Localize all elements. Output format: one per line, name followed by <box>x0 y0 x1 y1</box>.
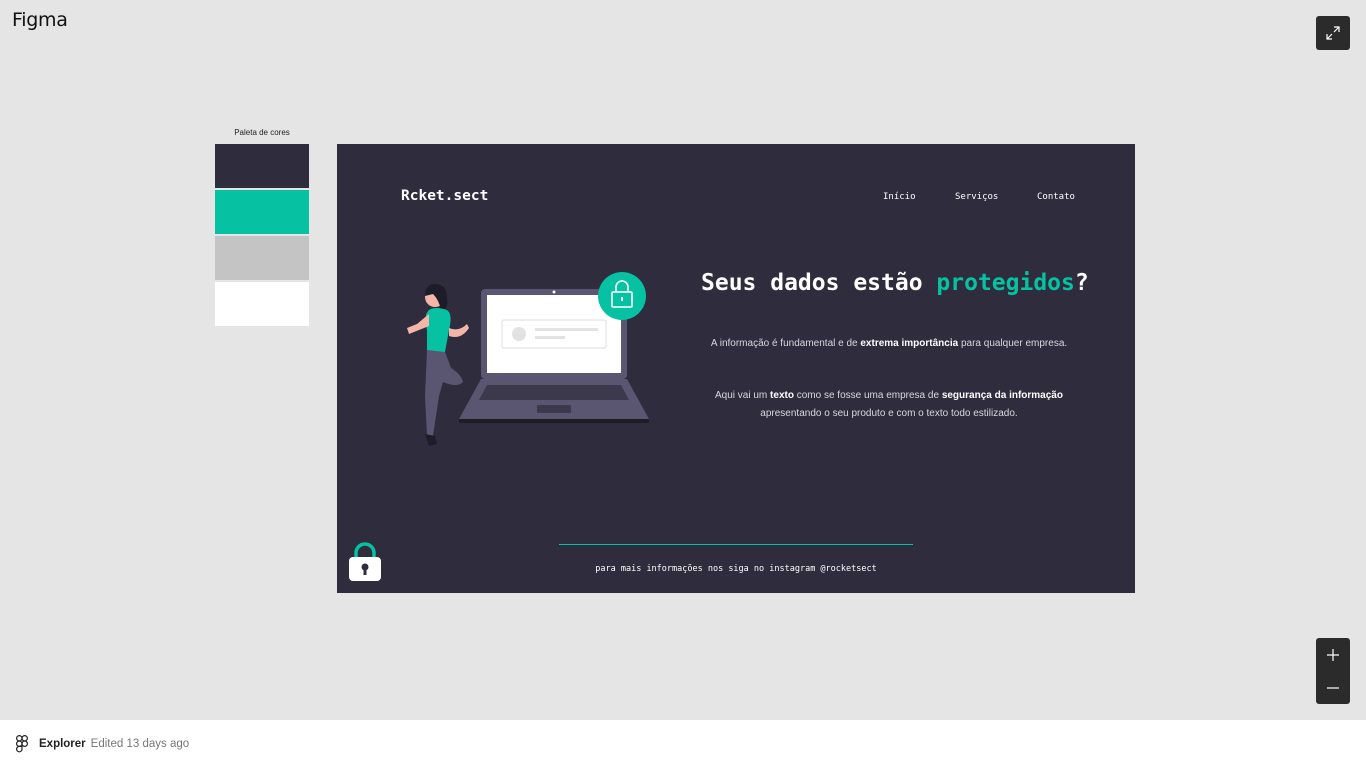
swatch-white <box>215 282 309 326</box>
p1-text-end: para qualquer empresa. <box>958 338 1068 349</box>
bottom-bar: Explorer Edited 13 days ago <box>0 720 1366 768</box>
nav-contato[interactable]: Contato <box>1037 192 1075 202</box>
p2-bold: texto <box>770 390 794 401</box>
palette-label: Paleta de cores <box>234 128 290 137</box>
footer-text: para mais informações nos siga no instag… <box>595 564 877 574</box>
brand-logo: Rcket.sect <box>401 188 488 204</box>
hero-paragraph-1: A informação é fundamental e de extrema … <box>697 335 1081 353</box>
person-laptop-illustration <box>407 272 649 446</box>
plus-icon <box>1327 648 1339 661</box>
p2-text-middle: como se fosse uma empresa de <box>793 390 942 401</box>
zoom-controls <box>1316 638 1350 704</box>
expand-icon <box>1326 26 1340 40</box>
footer-divider <box>559 544 913 545</box>
zoom-out-button[interactable] <box>1316 671 1350 704</box>
hero-paragraph-2: Aqui vai um texto como se fosse uma empr… <box>697 387 1081 423</box>
edited-timestamp: Edited 13 days ago <box>90 738 190 750</box>
figma-logo-icon[interactable] <box>16 735 28 753</box>
headline-accent: protegidos <box>936 270 1075 296</box>
nav-inicio[interactable]: Início <box>883 192 916 202</box>
logo-rest: cket.sect <box>409 188 489 204</box>
swatch-dark <box>215 144 309 188</box>
zoom-in-button[interactable] <box>1316 638 1350 671</box>
swatch-teal <box>215 190 309 234</box>
p2-text-end: apresentando o seu produto e com o texto… <box>760 408 1018 419</box>
padlock-icon <box>349 542 381 581</box>
design-frame: Rcket.sect Início Serviços Contato Seus <box>337 144 1135 593</box>
headline-text: Seus dados estão <box>701 270 937 296</box>
nav-servicos[interactable]: Serviços <box>955 192 998 202</box>
app-title: Figma <box>12 9 68 31</box>
hero-headline: Seus dados estão protegidos? <box>701 270 1089 296</box>
p1-bold: extrema importância <box>860 338 959 349</box>
logo-first-letter: R <box>401 188 410 204</box>
expand-button[interactable] <box>1316 16 1350 50</box>
minus-icon <box>1327 686 1339 689</box>
file-name[interactable]: Explorer <box>39 738 86 750</box>
p1-text: A informação é fundamental e de <box>710 338 861 349</box>
p2-accent: segurança da informação <box>941 390 1063 401</box>
headline-end: ? <box>1074 270 1089 296</box>
p2-text: Aqui vai um <box>715 390 771 401</box>
swatch-gray <box>215 236 309 280</box>
